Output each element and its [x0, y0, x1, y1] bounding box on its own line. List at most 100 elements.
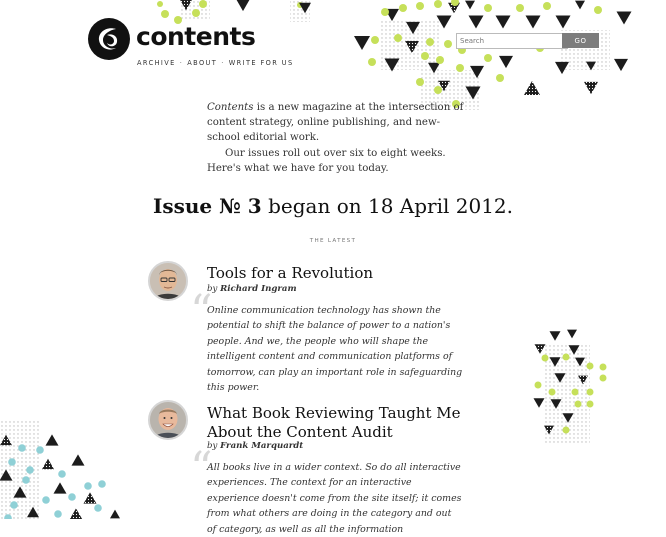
pattern-triangle — [27, 506, 39, 518]
contents-logo-icon[interactable] — [87, 17, 131, 61]
pattern-triangle — [436, 15, 452, 29]
pattern-triangle — [465, 86, 481, 100]
pattern-dot — [94, 504, 102, 512]
pattern-triangle — [499, 55, 513, 69]
pattern-triangle — [470, 65, 484, 79]
article-title[interactable]: What Book Reviewing Taught Me About the … — [207, 404, 477, 442]
pattern-dot — [381, 8, 389, 16]
pattern-dot — [562, 353, 570, 361]
pattern-dot — [18, 444, 26, 452]
pattern-dot — [594, 6, 602, 14]
person-photo-icon — [150, 402, 186, 438]
search-go-button[interactable]: GO — [562, 33, 599, 48]
pattern-dot — [416, 78, 424, 86]
pattern-dot — [4, 514, 12, 519]
pattern-dot — [496, 74, 504, 82]
brand-wordmark[interactable]: contents — [136, 22, 256, 51]
pattern-triangle — [562, 413, 574, 423]
pattern-triangle — [544, 425, 554, 435]
pattern-triangle — [110, 509, 120, 519]
pattern-triangle — [575, 357, 585, 367]
pattern-dot — [586, 400, 594, 408]
pattern-triangle — [236, 0, 250, 12]
pattern-triangle — [534, 344, 546, 354]
pattern-dot — [54, 510, 62, 518]
pattern-triangle — [465, 0, 475, 10]
author-avatar[interactable] — [148, 261, 188, 301]
pattern-triangle — [448, 2, 460, 14]
pattern-triangle — [468, 15, 484, 29]
nav-write-for-us-link[interactable]: WRITE FOR US — [229, 59, 294, 67]
pattern-dot — [434, 0, 442, 8]
pattern-triangle — [385, 8, 399, 22]
pattern-dot — [562, 426, 570, 434]
pattern-dot — [84, 482, 92, 490]
pattern-dot — [434, 86, 442, 94]
pattern-triangle — [438, 80, 450, 92]
nav-about-link[interactable]: ABOUT — [187, 59, 217, 67]
search-input[interactable] — [456, 33, 568, 49]
author-name[interactable]: Richard Ingram — [220, 284, 296, 294]
intro-paragraph-1: Contents is a new magazine at the inters… — [207, 100, 465, 146]
pattern-dot — [426, 38, 434, 46]
article-excerpt: Online communication technology has show… — [207, 305, 463, 394]
article-excerpt: All books live in a wider context. So do… — [207, 462, 462, 535]
pattern-stipple — [0, 420, 40, 519]
pattern-triangle — [614, 58, 628, 72]
pattern-triangle — [354, 36, 370, 50]
pattern-triangle — [180, 0, 192, 11]
pattern-triangle — [13, 486, 27, 498]
pattern-triangle — [495, 15, 511, 29]
intro-text: Contents is a new magazine at the inters… — [207, 100, 465, 176]
pattern-triangle — [45, 434, 59, 446]
pattern-dot — [586, 388, 594, 396]
nav-archive-link[interactable]: ARCHIVE — [137, 59, 176, 67]
pattern-triangle — [525, 15, 541, 29]
pattern-triangle — [405, 40, 419, 54]
pattern-triangle — [0, 469, 13, 481]
pattern-triangle — [578, 375, 588, 385]
main-nav: ARCHIVE · ABOUT · WRITE FOR US — [137, 59, 294, 67]
pattern-dot — [368, 58, 376, 66]
pattern-triangle — [616, 11, 632, 25]
pattern-dot — [394, 34, 402, 42]
pattern-stipple — [380, 20, 440, 70]
pattern-dot — [574, 400, 582, 408]
pattern-triangle — [549, 357, 561, 367]
pattern-dot — [98, 480, 106, 488]
pattern-triangle — [53, 482, 67, 494]
pattern-triangle — [554, 373, 566, 383]
article-title-link[interactable]: What Book Reviewing Taught Me About the … — [207, 404, 460, 441]
pattern-dot — [8, 458, 16, 466]
issue-number: Issue № 3 — [153, 194, 262, 218]
pattern-triangle — [384, 58, 400, 72]
article-title[interactable]: Tools for a Revolution — [207, 264, 477, 283]
pattern-dot — [68, 493, 76, 501]
pattern-dot — [42, 496, 50, 504]
pattern-dot — [436, 56, 444, 64]
pattern-dot — [456, 64, 464, 72]
pattern-dot — [484, 4, 492, 12]
pattern-dot — [199, 0, 207, 8]
section-label-latest: THE LATEST — [309, 238, 357, 244]
author-name[interactable]: Frank Marquardt — [220, 441, 303, 451]
pattern-dot — [599, 374, 607, 382]
pattern-dot — [192, 9, 200, 17]
pattern-triangle — [533, 398, 545, 408]
pattern-triangle — [549, 331, 561, 341]
pattern-triangle — [428, 62, 440, 74]
pattern-triangle — [71, 454, 85, 466]
pattern-dot — [484, 54, 492, 62]
nav-separator: · — [221, 59, 225, 67]
author-avatar[interactable] — [148, 400, 188, 440]
pattern-dot — [297, 2, 303, 8]
pattern-dot — [541, 354, 549, 362]
pattern-stipple — [545, 345, 590, 445]
pattern-triangle — [83, 492, 97, 504]
pattern-dot — [534, 381, 542, 389]
pattern-stipple — [290, 0, 310, 22]
pattern-triangle — [568, 345, 580, 355]
article-title-link[interactable]: Tools for a Revolution — [207, 264, 373, 282]
pattern-triangle — [555, 15, 571, 29]
pattern-dot — [26, 466, 34, 474]
